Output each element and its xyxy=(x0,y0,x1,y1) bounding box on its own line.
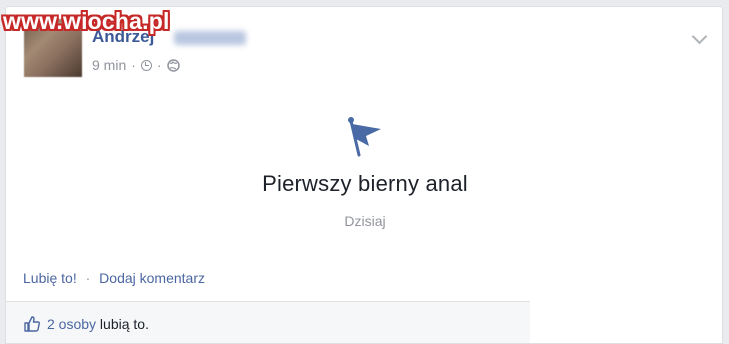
like-link[interactable]: Lubię to! xyxy=(23,270,77,286)
likes-suffix: lubią to. xyxy=(96,315,149,332)
chevron-down-icon[interactable] xyxy=(691,28,708,45)
life-event-title: Pierwszy bierny anal xyxy=(262,171,468,196)
watermark-logo: www.wiocha.pl xyxy=(3,8,170,34)
globe-icon[interactable] xyxy=(166,58,180,72)
actions-separator: · xyxy=(85,270,91,286)
clock-icon xyxy=(140,59,152,71)
meta-separator: · xyxy=(131,57,136,73)
comment-link[interactable]: Dodaj komentarz xyxy=(99,270,205,286)
meta-separator-2: · xyxy=(156,57,162,73)
post-actions: Lubię to! · Dodaj komentarz xyxy=(23,270,205,286)
thumbs-up-icon xyxy=(24,315,40,332)
life-event: Pierwszy bierny anal Dzisiaj xyxy=(6,115,722,229)
author-surname-blur xyxy=(174,31,246,45)
post-card: Andrzej 9 min · · Pierwszy bierny anal D… xyxy=(5,6,723,344)
post-meta: 9 min · · xyxy=(92,57,180,73)
post-time[interactable]: 9 min xyxy=(92,57,126,73)
flag-icon xyxy=(348,117,381,157)
likes-count-link[interactable]: 2 osoby xyxy=(47,316,96,332)
likes-bar: 2 osoby lubią to. xyxy=(6,301,530,343)
life-event-date: Dzisiaj xyxy=(344,213,386,229)
